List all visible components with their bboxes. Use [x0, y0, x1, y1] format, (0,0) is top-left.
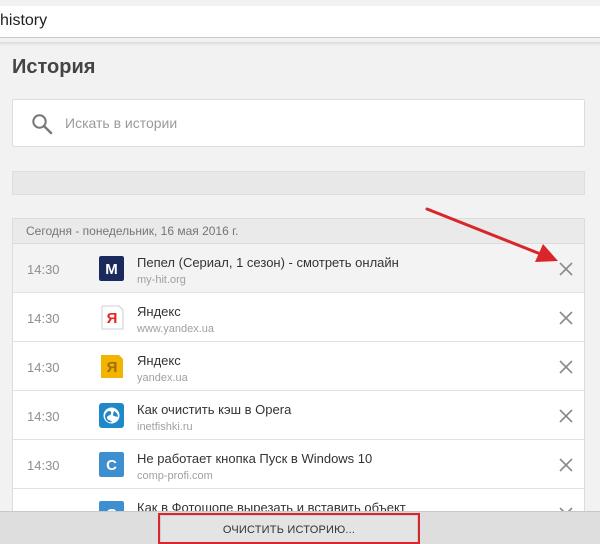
remove-close-icon[interactable]: [558, 359, 574, 375]
favicon-glyph: Я: [107, 359, 118, 376]
yandex-red-icon: Я: [101, 305, 124, 330]
history-list: Сегодня - понедельник, 16 мая 2016 г. 14…: [12, 218, 585, 518]
address-text: history: [0, 12, 48, 29]
letter-c-icon: C: [99, 452, 124, 477]
visit-time: 14:30: [27, 360, 60, 375]
page-title: История: [12, 56, 96, 78]
remove-close-icon[interactable]: [558, 457, 574, 473]
history-item-url: my-hit.org: [137, 274, 186, 286]
history-item-url: www.yandex.ua: [137, 323, 215, 335]
history-item-title[interactable]: Не работает кнопка Пуск в Windows 10: [137, 451, 372, 466]
bottom-toolbar: ОЧИСТИТЬ ИСТОРИЮ...: [0, 511, 600, 544]
history-row[interactable]: 14:30 Я Яндекс yandex.ua: [13, 342, 584, 391]
history-row[interactable]: 14:30 Я Яндекс www.yandex.ua: [13, 293, 584, 342]
yandex-yellow-icon: Я: [101, 355, 123, 378]
history-item-title[interactable]: Пепел (Сериал, 1 сезон) - смотреть онлай…: [137, 255, 399, 270]
history-row[interactable]: 14:30 C Не работает кнопка Пуск в Window…: [13, 440, 584, 489]
history-filter-bar: [12, 171, 585, 195]
history-row[interactable]: 14:30 Как очистить кэш в Opera inetfishk…: [13, 391, 584, 440]
date-header: Сегодня - понедельник, 16 мая 2016 г.: [13, 219, 584, 244]
globe-icon: [99, 403, 124, 428]
address-field[interactable]: history: [0, 6, 600, 38]
history-item-url: comp-profi.com: [137, 470, 213, 482]
visit-time: 14:30: [27, 311, 60, 326]
favicon-glyph: C: [106, 457, 117, 474]
remove-close-icon[interactable]: [558, 408, 574, 424]
history-item-title[interactable]: Как очистить кэш в Opera: [137, 402, 291, 417]
history-search-input[interactable]: [65, 100, 565, 146]
history-item-url: inetfishki.ru: [137, 421, 193, 433]
favicon-glyph: Я: [107, 310, 118, 327]
history-row[interactable]: 14:30 M Пепел (Сериал, 1 сезон) - смотре…: [13, 244, 584, 293]
history-item-title[interactable]: Яндекс: [137, 304, 181, 319]
myhit-m-icon: M: [99, 256, 124, 281]
search-icon: [32, 114, 53, 135]
favicon-glyph: M: [105, 261, 118, 278]
remove-close-icon[interactable]: [558, 261, 574, 277]
visit-time: 14:30: [27, 409, 60, 424]
visit-time: 14:30: [27, 458, 60, 473]
history-item-url: yandex.ua: [137, 372, 188, 384]
history-item-title[interactable]: Яндекс: [137, 353, 181, 368]
remove-close-icon[interactable]: [558, 310, 574, 326]
visit-time: 14:30: [27, 262, 60, 277]
clear-history-button[interactable]: ОЧИСТИТЬ ИСТОРИЮ...: [160, 515, 418, 544]
history-search-box[interactable]: [12, 99, 585, 147]
toolbar-shadow: [0, 42, 600, 46]
address-bar: history: [0, 0, 600, 42]
browser-history-page: history История Сегодня - понедельник, 1…: [0, 0, 600, 544]
